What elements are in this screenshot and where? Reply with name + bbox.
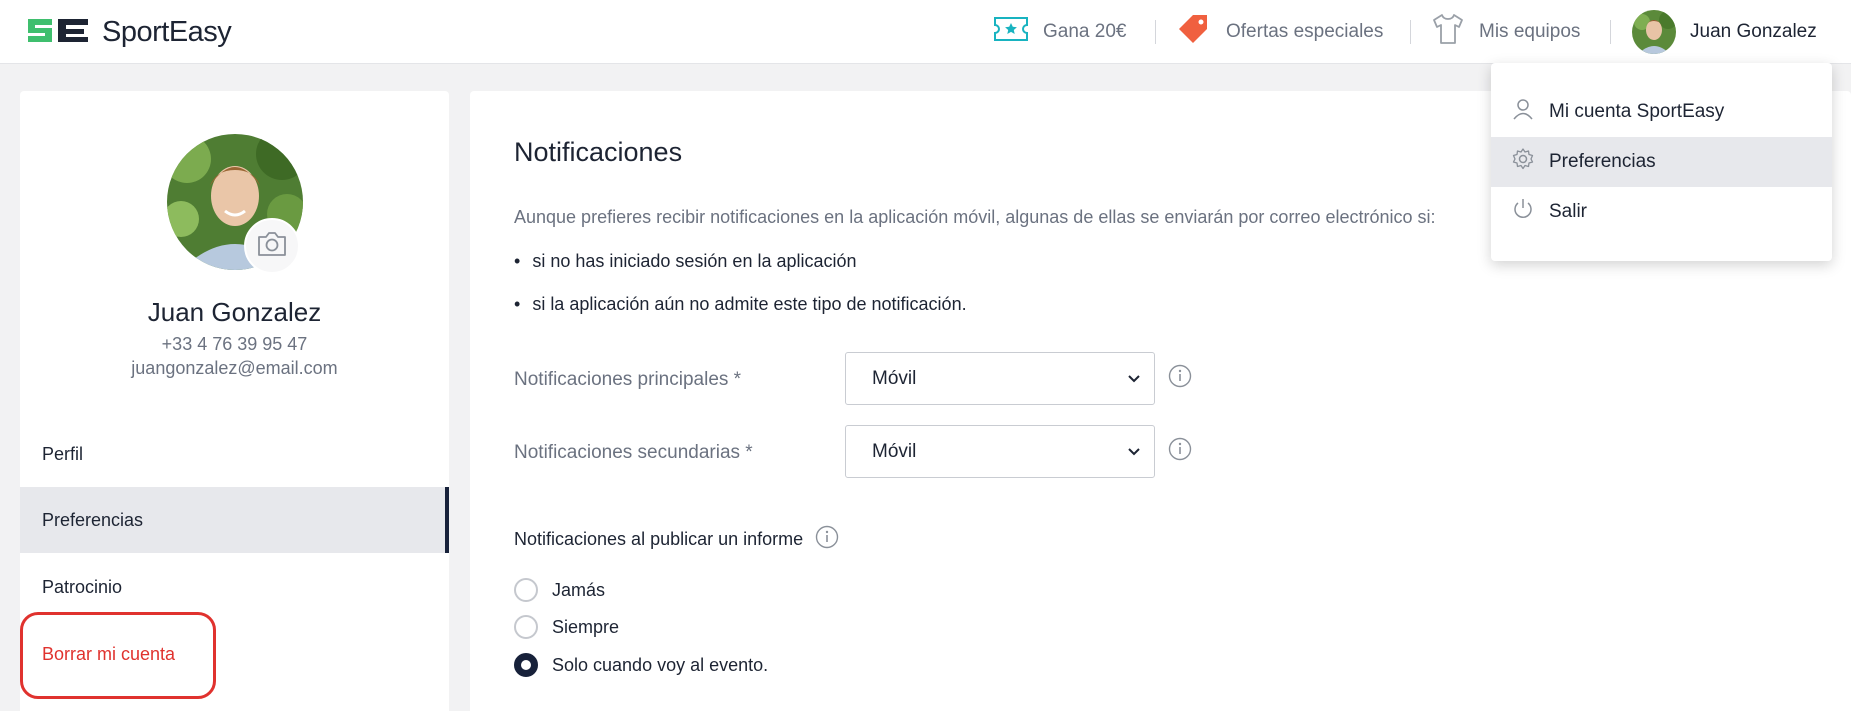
earn-link[interactable]: Gana 20€ xyxy=(993,0,1126,64)
tag-icon xyxy=(1176,13,1212,51)
bullet-dot: • xyxy=(514,294,521,314)
radio-label: Siempre xyxy=(552,616,620,637)
sidebar-item-perfil[interactable]: Perfil xyxy=(20,421,449,487)
radio-option-only-attending[interactable]: Solo cuando voy al evento. xyxy=(514,650,768,680)
brand[interactable]: SportEasy xyxy=(26,13,232,52)
select-value: Móvil xyxy=(872,440,917,462)
radio-option-always[interactable]: Siempre xyxy=(514,612,619,642)
menu-item-preferences[interactable]: Preferencias xyxy=(1491,137,1832,187)
user-dropdown-menu: Mi cuenta SportEasy Preferencias Salir xyxy=(1491,63,1832,261)
gear-icon xyxy=(1511,147,1535,177)
teams-label: Mis equipos xyxy=(1479,21,1581,42)
radio-button-selected[interactable] xyxy=(514,653,538,677)
menu-item-logout[interactable]: Salir xyxy=(1491,187,1832,237)
sidebar-item-preferencias[interactable]: Preferencias xyxy=(20,487,449,553)
primary-notifications-select[interactable]: Móvil xyxy=(845,352,1155,405)
secondary-notifications-label: Notificaciones secundarias * xyxy=(514,442,753,463)
chevron-down-icon xyxy=(1126,370,1142,392)
section-heading: Notificaciones al publicar un informe xyxy=(514,529,804,549)
info-icon[interactable] xyxy=(1168,364,1192,393)
radio-label: Solo cuando voy al evento. xyxy=(552,654,769,675)
ticket-icon xyxy=(993,16,1029,48)
camera-icon xyxy=(256,231,288,262)
offers-label: Ofertas especiales xyxy=(1226,21,1384,42)
divider xyxy=(1155,20,1156,44)
brand-name: SportEasy xyxy=(102,16,232,48)
sidebar-item-delete-account[interactable]: Borrar mi cuenta xyxy=(20,621,449,687)
secondary-notifications-select[interactable]: Móvil xyxy=(845,425,1155,478)
profile-phone: +33 4 76 39 95 47 xyxy=(161,334,308,354)
top-bar: SportEasy Gana 20€ Ofertas especiales Mi… xyxy=(0,0,1851,64)
bullet-dot: • xyxy=(514,251,521,271)
divider xyxy=(1410,20,1411,44)
profile-email: juangonzalez@email.com xyxy=(131,358,338,378)
teams-link[interactable]: Mis equipos xyxy=(1431,0,1580,64)
sidebar-item-patrocinio[interactable]: Patrocinio xyxy=(20,554,449,620)
select-value: Móvil xyxy=(872,367,917,389)
power-icon xyxy=(1511,197,1535,227)
user-avatar xyxy=(1632,10,1676,54)
divider xyxy=(1610,20,1611,44)
menu-item-label: Mi cuenta SportEasy xyxy=(1549,101,1725,122)
radio-label: Jamás xyxy=(552,579,606,600)
page-title: Notificaciones xyxy=(514,137,683,167)
radio-button[interactable] xyxy=(514,615,538,639)
primary-notifications-label: Notificaciones principales * xyxy=(514,369,742,390)
user-icon xyxy=(1511,97,1535,127)
offers-link[interactable]: Ofertas especiales xyxy=(1176,0,1383,64)
info-icon[interactable] xyxy=(1168,437,1192,466)
profile-name: Juan Gonzalez xyxy=(147,297,322,327)
chevron-down-icon xyxy=(1126,443,1142,465)
change-photo-button[interactable] xyxy=(244,218,300,274)
sporteasy-logo-icon xyxy=(26,13,92,52)
earn-label: Gana 20€ xyxy=(1043,21,1127,42)
list-item: • si la aplicación aún no admite este ti… xyxy=(514,294,967,315)
bullet-text: si no has iniciado sesión en la aplicaci… xyxy=(532,251,857,271)
menu-item-my-account[interactable]: Mi cuenta SportEasy xyxy=(1491,87,1832,137)
user-name: Juan Gonzalez xyxy=(1690,21,1817,42)
report-notifications-title: Notificaciones al publicar un informe xyxy=(514,525,839,554)
menu-item-label: Preferencias xyxy=(1549,151,1656,172)
radio-option-never[interactable]: Jamás xyxy=(514,575,605,605)
user-menu-toggle[interactable]: Juan Gonzalez xyxy=(1632,0,1817,64)
list-item: • si no has iniciado sesión en la aplica… xyxy=(514,251,857,272)
jersey-icon xyxy=(1431,12,1465,52)
intro-text: Aunque prefieres recibir notificaciones … xyxy=(514,207,1436,227)
info-icon[interactable] xyxy=(815,525,839,554)
bullet-text: si la aplicación aún no admite este tipo… xyxy=(532,294,967,314)
profile-sidebar: Juan Gonzalez +33 4 76 39 95 47 juangonz… xyxy=(20,91,449,711)
menu-item-label: Salir xyxy=(1549,201,1588,222)
radio-button[interactable] xyxy=(514,578,538,602)
